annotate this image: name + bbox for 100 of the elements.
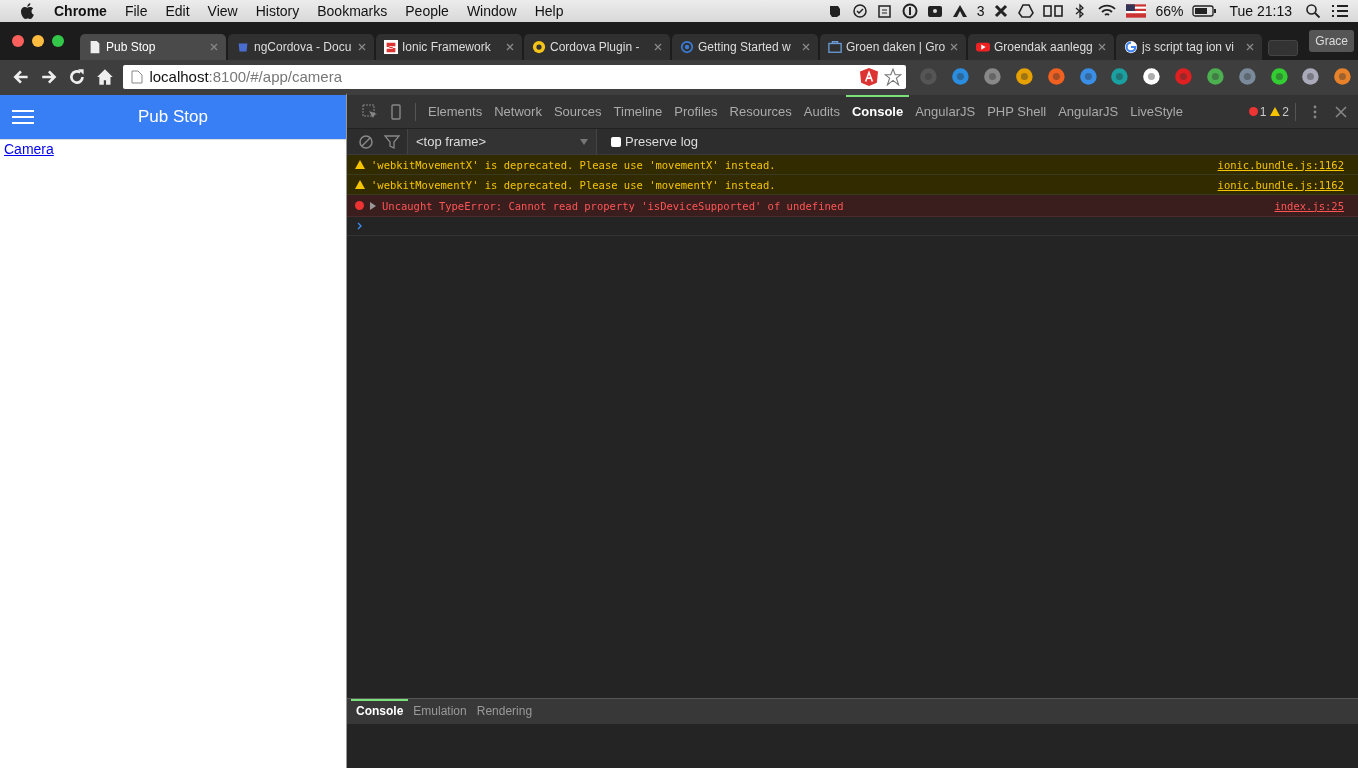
inspect-icon[interactable] bbox=[362, 103, 378, 120]
menu-icon[interactable] bbox=[12, 109, 34, 125]
list-icon[interactable] bbox=[1330, 3, 1350, 19]
devtools-tab[interactable]: AngularJS bbox=[909, 95, 982, 128]
site-icon bbox=[532, 40, 546, 54]
browser-tab[interactable]: ngCordova - Docu bbox=[228, 34, 374, 60]
extension-icon[interactable] bbox=[1014, 67, 1034, 86]
tab-title: ngCordova - Docu bbox=[254, 40, 353, 54]
devtools-tab[interactable]: LiveStyle bbox=[1124, 95, 1189, 128]
battery-icon[interactable] bbox=[1192, 5, 1217, 17]
profile-button[interactable]: Grace bbox=[1309, 30, 1354, 52]
filter-icon[interactable] bbox=[384, 133, 400, 150]
tab-title: js script tag ion vi bbox=[1142, 40, 1236, 54]
browser-tab[interactable]: Cordova Plugin - bbox=[524, 34, 670, 60]
close-icon[interactable] bbox=[950, 43, 958, 51]
cross-icon[interactable] bbox=[993, 3, 1010, 19]
page-icon bbox=[131, 69, 144, 84]
extension-icon[interactable] bbox=[1142, 67, 1162, 86]
devtools-tab[interactable]: PHP Shell bbox=[981, 95, 1053, 128]
browser-tab[interactable]: js script tag ion vi bbox=[1116, 34, 1262, 60]
error-count[interactable]: 1 bbox=[1248, 104, 1267, 119]
menu-item[interactable]: History bbox=[255, 3, 300, 19]
menu-item[interactable]: View bbox=[207, 3, 238, 19]
home-icon[interactable] bbox=[95, 67, 114, 86]
clock[interactable]: Tue 21:13 bbox=[1229, 3, 1292, 19]
menu-item[interactable]: People bbox=[405, 3, 449, 19]
close-icon[interactable] bbox=[1333, 103, 1349, 120]
close-icon[interactable] bbox=[210, 43, 218, 51]
clear-icon[interactable] bbox=[358, 133, 374, 150]
browser-tab[interactable]: Groen daken | Gro bbox=[820, 34, 966, 60]
tab-title: Getting Started w bbox=[698, 40, 792, 54]
notepad-icon[interactable] bbox=[876, 3, 893, 19]
id-card-icon[interactable] bbox=[926, 3, 943, 19]
wifi-icon[interactable] bbox=[1097, 3, 1118, 19]
devtools-tab[interactable]: Network bbox=[488, 95, 548, 128]
tab-title: Pub Stop bbox=[106, 40, 157, 54]
tab-title: Cordova Plugin - bbox=[550, 40, 641, 54]
frame-dropdown[interactable]: <top frame> bbox=[407, 129, 597, 154]
badge-count: 3 bbox=[976, 3, 985, 19]
devtools-tab[interactable]: Profiles bbox=[668, 95, 724, 128]
extension-icon[interactable] bbox=[1301, 67, 1321, 86]
tab-title: Ionic Framework bbox=[402, 40, 492, 54]
devtools-tab[interactable]: Audits bbox=[797, 95, 846, 128]
check-circle-icon[interactable] bbox=[851, 3, 868, 19]
zoom-window-button[interactable] bbox=[52, 35, 64, 47]
window-split-icon[interactable] bbox=[1043, 3, 1064, 19]
source-link[interactable]: ionic.bundle.js:1162 bbox=[1217, 158, 1344, 171]
battery-percent: 66% bbox=[1155, 3, 1184, 19]
menu-item[interactable]: Edit bbox=[165, 3, 190, 19]
devtools-tab[interactable]: Resources bbox=[723, 95, 798, 128]
close-window-button[interactable] bbox=[12, 35, 24, 47]
message-text: 'webkitMovementY' is deprecated. Please use 'movementY' instead. bbox=[371, 178, 776, 191]
close-icon[interactable] bbox=[802, 43, 810, 51]
close-icon[interactable] bbox=[654, 43, 662, 51]
mobile-icon[interactable] bbox=[388, 103, 404, 120]
message-text: 'webkitMovementX' is deprecated. Please use 'movementX' instead. bbox=[371, 158, 776, 171]
camera-link[interactable]: Camera bbox=[0, 141, 54, 157]
url-text: localhost:8100/#/app/camera bbox=[149, 68, 342, 85]
devtools-tab[interactable]: Sources bbox=[547, 95, 608, 128]
devtools-tab[interactable]: AngularJS bbox=[1052, 95, 1125, 128]
close-icon[interactable] bbox=[1246, 43, 1254, 51]
error-icon bbox=[355, 201, 364, 210]
extension-icon[interactable] bbox=[1269, 67, 1289, 86]
drawer-tab[interactable]: Rendering bbox=[471, 699, 538, 724]
flag-icon[interactable] bbox=[1126, 3, 1147, 19]
reload-icon[interactable] bbox=[67, 67, 86, 86]
menu-item[interactable]: File bbox=[124, 3, 148, 19]
menu-item[interactable]: Window bbox=[466, 3, 517, 19]
menu-item[interactable]: Bookmarks bbox=[317, 3, 388, 19]
browser-tab[interactable]: Groendak aanlegg bbox=[968, 34, 1114, 60]
message-text: Uncaught TypeError: Cannot read property 'isDeviceSupported' of undefined bbox=[382, 199, 844, 212]
preserve-log-checkbox[interactable]: Preserve log bbox=[611, 134, 698, 149]
warning-count[interactable]: 2 bbox=[1270, 104, 1289, 119]
shield-icon[interactable] bbox=[860, 67, 879, 86]
source-link[interactable]: ionic.bundle.js:1162 bbox=[1217, 178, 1344, 191]
search-icon[interactable] bbox=[1305, 3, 1321, 19]
source-link[interactable]: index.js:25 bbox=[1274, 199, 1344, 212]
prompt-icon[interactable] bbox=[356, 222, 364, 230]
expand-icon[interactable] bbox=[370, 201, 376, 210]
browser-tab[interactable]: Getting Started w bbox=[672, 34, 818, 60]
tab-title: Groen daken | Gro bbox=[846, 40, 946, 54]
site-icon bbox=[384, 40, 398, 54]
apple-icon[interactable] bbox=[20, 3, 34, 19]
tab-title: Groendak aanlegg bbox=[994, 40, 1094, 54]
close-icon[interactable] bbox=[1098, 43, 1106, 51]
devtools-tab[interactable]: Timeline bbox=[607, 95, 669, 128]
close-icon[interactable] bbox=[358, 43, 366, 51]
minimize-window-button[interactable] bbox=[32, 35, 44, 47]
address-bar[interactable]: localhost:8100/#/app/camera bbox=[123, 64, 907, 89]
menu-app-name[interactable]: Chrome bbox=[54, 3, 107, 19]
browser-tab[interactable]: Pub Stop bbox=[80, 34, 226, 60]
app-title: Pub Stop bbox=[137, 107, 209, 127]
play-icon bbox=[976, 40, 990, 54]
star-icon[interactable] bbox=[884, 67, 903, 86]
menu-item[interactable]: Help bbox=[534, 3, 564, 19]
devtools-tab[interactable]: Elements bbox=[422, 95, 489, 128]
info-circle-icon[interactable] bbox=[901, 3, 918, 19]
browser-tab[interactable]: Ionic Framework bbox=[376, 34, 522, 60]
close-icon[interactable] bbox=[506, 43, 514, 51]
drawer-tab[interactable]: Emulation bbox=[408, 699, 472, 724]
